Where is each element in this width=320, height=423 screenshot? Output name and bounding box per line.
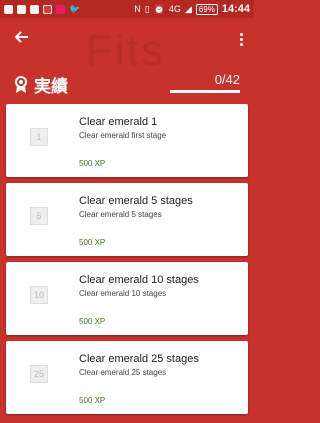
app-notification-icon (17, 4, 26, 14)
page-title-text: 実績 (34, 77, 68, 96)
achievement-xp: 500 XP (79, 159, 106, 168)
nfc-icon: N (134, 3, 141, 14)
background-logo: Fits (86, 26, 165, 75)
notification-icons: 🐦 (4, 3, 81, 14)
achievement-description: Clear emerald first stage (79, 131, 167, 140)
alarm-icon: ⏰ (153, 3, 165, 14)
battery-indicator: 69% (195, 3, 218, 15)
achievement-badge-icon: 5 (30, 207, 48, 225)
menu-dot (239, 42, 243, 46)
system-icons: N ▯ ⏰ 4G ◢ 69% 14:44 (134, 3, 250, 15)
medal-icon (15, 75, 27, 93)
achievement-badge-icon: 25 (30, 365, 48, 383)
achievement-title: Clear emerald 1 (79, 116, 158, 128)
list-item[interactable]: 10 Clear emerald 10 stages Clear emerald… (6, 262, 248, 335)
achievement-description: Clear emerald 10 stages (79, 289, 167, 298)
list-item[interactable]: 1 Clear emerald 1 Clear emerald first st… (6, 104, 248, 177)
menu-dot (239, 37, 243, 41)
achievement-progress-bar (170, 90, 240, 93)
status-clock: 14:44 (221, 3, 250, 15)
app-notification-icon (4, 4, 13, 14)
menu-dot (239, 32, 243, 36)
achievement-xp: 500 XP (79, 396, 106, 405)
achievement-count: 0/42 (214, 72, 240, 87)
signal-icon: ◢ (184, 3, 192, 14)
list-item[interactable]: 5 Clear emerald 5 stages Clear emerald 5… (6, 183, 248, 256)
search-app-icon (43, 4, 52, 14)
achievement-xp: 500 XP (79, 238, 106, 247)
achievement-title: Clear emerald 5 stages (79, 195, 193, 207)
list-item[interactable]: 25 Clear emerald 25 stages Clear emerald… (6, 341, 248, 414)
achievement-xp: 500 XP (79, 317, 106, 326)
page-title: 実績 (14, 72, 68, 97)
back-arrow-icon[interactable] (10, 28, 32, 50)
app-notification-icon (30, 4, 39, 14)
achievement-description: Clear emerald 5 stages (79, 210, 162, 219)
app-notification-icon (56, 4, 65, 14)
status-bar: 🐦 N ▯ ⏰ 4G ◢ 69% 14:44 (0, 0, 254, 18)
arrow-left-icon (14, 31, 28, 43)
achievement-title: Clear emerald 25 stages (79, 353, 199, 365)
achievement-description: Clear emerald 25 stages (79, 368, 167, 377)
vibrate-icon: ▯ (144, 3, 150, 14)
achievement-badge-icon: 1 (30, 128, 48, 146)
achievement-title: Clear emerald 10 stages (79, 274, 199, 286)
network-type: 4G (168, 3, 181, 14)
twitter-icon: 🐦 (69, 3, 81, 14)
achievement-badge-icon: 10 (30, 286, 48, 304)
overflow-menu-button[interactable] (236, 28, 246, 50)
